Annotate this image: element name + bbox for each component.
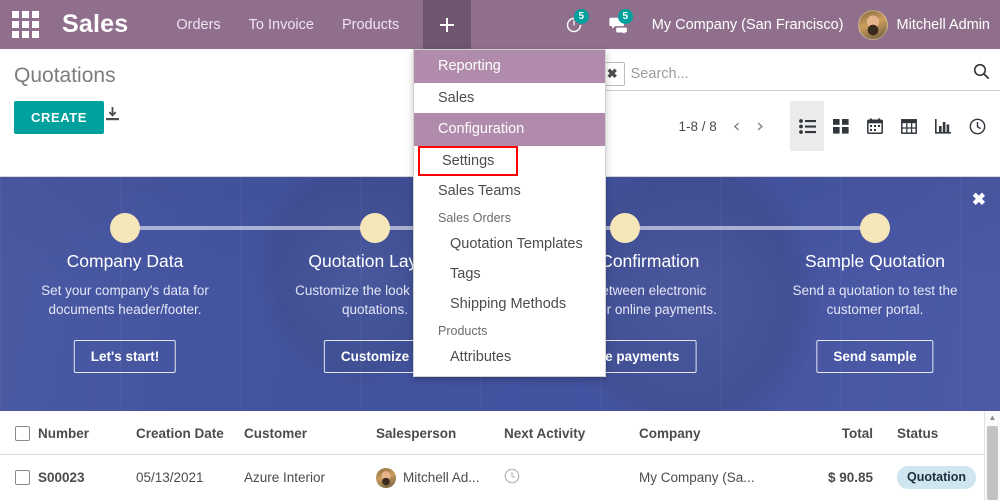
messages-count-badge: 5 [618,9,633,24]
list-view-icon[interactable] [790,101,824,151]
activity-view-icon[interactable] [960,101,994,151]
column-header-customer[interactable]: Customer [244,411,376,455]
list-scrollbar[interactable]: ▲ [984,411,1000,500]
column-header-creation-date[interactable]: Creation Date [136,411,244,455]
top-navbar: Sales Orders To Invoice Products 5 [0,0,1000,49]
pager-previous-button[interactable]: ‹ [725,117,749,136]
status-badge: Quotation [897,466,976,489]
select-all-header [0,411,38,455]
clock-icon [504,472,520,487]
page-title: Quotations [14,64,116,88]
scrollbar-thumb[interactable] [987,426,998,500]
column-header-status[interactable]: Status [887,411,999,455]
pivot-view-icon[interactable] [892,101,926,151]
pager-counter[interactable]: 1-8 / 8 [679,119,717,134]
navbar-right-section: 5 5 My Company (San Francisco) Mitchell … [552,10,1000,40]
column-header-number[interactable]: Number [38,411,136,455]
apps-menu-button[interactable] [0,0,50,49]
cell-total: $ 90.85 [807,455,887,500]
menu-caption-sales-orders: Sales Orders [414,206,605,229]
cell-creation-date: 05/13/2021 [136,455,244,500]
column-header-total[interactable]: Total [807,411,887,455]
app-brand-sales[interactable]: Sales [50,10,162,39]
step-marker-dot [610,213,640,243]
search-icon[interactable] [973,63,990,85]
menu-item-tags[interactable]: Tags [414,259,605,289]
menu-item-attributes[interactable]: Attributes [414,342,605,372]
cell-customer: Azure Interior [244,455,376,500]
step-marker-dot [110,213,140,243]
control-panel-right: 1-8 / 8 ‹ › [679,101,995,151]
onboarding-step-sample-quotation: Sample Quotation Send a quotation to tes… [750,177,1000,411]
cell-next-activity [504,455,639,500]
checkbox-unchecked[interactable] [15,426,30,441]
step-description: Send a quotation to test the customer po… [768,281,983,319]
menu-item-settings[interactable]: Settings [418,146,518,176]
step-connector-line [750,226,875,230]
menu-item-sales[interactable]: Sales [414,83,605,113]
search-bar: ns ✖ [580,57,1000,91]
pager-next-button[interactable]: › [748,117,772,136]
step-marker-dot [360,213,390,243]
cell-number: S00023 [38,455,136,500]
apps-grid-icon [12,11,39,38]
cell-salesperson-label: Mitchell Ad... [403,470,480,485]
step-action-button[interactable]: Customize [324,340,426,373]
column-header-salesperson[interactable]: Salesperson [376,411,504,455]
close-icon[interactable]: ✖ [605,66,624,82]
search-input[interactable] [631,66,967,82]
quotations-table: Number Creation Date Customer Salesperso… [0,411,1000,500]
row-select-cell [0,455,38,500]
step-action-button[interactable]: Send sample [816,340,933,373]
user-avatar[interactable] [858,10,888,40]
activity-count-badge: 5 [574,9,589,24]
onboarding-step-company-data: Company Data Set your company's data for… [0,177,250,411]
step-title: Company Data [0,251,250,272]
checkbox-unchecked[interactable] [15,470,30,485]
table-row[interactable]: S00023 05/13/2021 Azure Interior Mitchel… [0,455,1000,500]
kanban-view-icon[interactable] [824,101,858,151]
nav-menu-more-button[interactable] [423,0,471,49]
step-description: Set your company's data for documents he… [18,281,233,319]
scroll-up-arrow[interactable]: ▲ [985,411,1000,422]
nav-menu-to-invoice[interactable]: To Invoice [235,0,328,49]
user-avatar [376,468,396,488]
step-action-button[interactable]: Let's start! [74,340,176,373]
menu-section-configuration: Configuration [414,113,605,146]
menu-item-sales-teams[interactable]: Sales Teams [414,176,605,206]
step-marker-dot [860,213,890,243]
odoo-sales-app: Sales Orders To Invoice Products 5 [0,0,1000,500]
calendar-view-icon[interactable] [858,101,892,151]
table-header-row: Number Creation Date Customer Salesperso… [0,411,1000,455]
column-header-next-activity[interactable]: Next Activity [504,411,639,455]
cell-status: Quotation [887,455,999,500]
company-switcher[interactable]: My Company (San Francisco) [652,17,844,33]
activity-menu-button[interactable]: 5 [565,16,583,34]
user-menu-button[interactable]: Mitchell Admin [897,17,990,33]
step-connector-line [125,226,250,230]
cell-company: My Company (Sa... [639,455,807,500]
messages-menu-button[interactable]: 5 [609,16,629,34]
quotations-list-view: Number Creation Date Customer Salesperso… [0,411,1000,500]
import-download-icon[interactable] [104,106,121,128]
cell-salesperson: Mitchell Ad... [376,455,504,500]
nav-menu-orders[interactable]: Orders [162,0,234,49]
more-menu-dropdown: Reporting Sales Configuration Settings S… [413,49,606,377]
graph-view-icon[interactable] [926,101,960,151]
menu-item-shipping-methods[interactable]: Shipping Methods [414,289,605,319]
menu-item-quotation-templates[interactable]: Quotation Templates [414,229,605,259]
menu-caption-products: Products [414,319,605,342]
column-header-company[interactable]: Company [639,411,807,455]
nav-menu-products[interactable]: Products [328,0,413,49]
close-icon[interactable]: ✖ [972,191,986,208]
create-button[interactable]: CREATE [14,101,104,134]
menu-section-reporting: Reporting [414,50,605,83]
view-switcher [790,101,994,151]
step-title: Sample Quotation [750,251,1000,272]
plus-icon [439,17,455,33]
